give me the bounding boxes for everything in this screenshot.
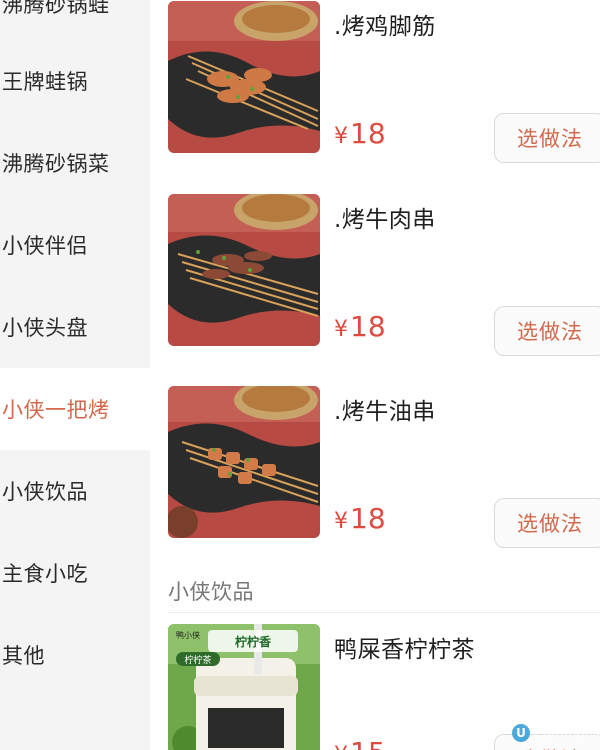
product-card[interactable]: .烤鸡脚筋 ¥ 18 选做法 <box>150 1 600 187</box>
product-list: .烤鸡脚筋 ¥ 18 选做法 .烤牛肉串 ¥ 18 选做法 .烤牛油串 ¥ 18… <box>150 0 600 750</box>
price-value: 18 <box>350 117 386 150</box>
watermark-text: Community <box>534 725 600 741</box>
sidebar-item-signature-frog-pot[interactable]: 王牌蛙锅 <box>0 40 150 122</box>
sidebar-item-label: 王牌蛙锅 <box>2 70 88 94</box>
sidebar-item-drinks[interactable]: 小侠饮品 <box>0 450 150 532</box>
product-name: .烤鸡脚筋 <box>334 14 436 40</box>
product-price: ¥ 18 <box>334 502 386 535</box>
cup-small-text: 鸭小侠 <box>176 630 200 640</box>
u-logo-icon: U <box>512 724 530 742</box>
price-value: 18 <box>350 502 386 535</box>
sidebar-item-frog-claypot[interactable]: 沸腾砂锅蛙 <box>0 0 150 45</box>
cup-label-text: 柠柠茶 <box>184 654 211 666</box>
choose-option-button[interactable]: 选做法 <box>494 498 600 548</box>
product-image[interactable] <box>168 386 320 538</box>
sidebar-item-label: 小侠饮品 <box>2 480 88 504</box>
product-image[interactable] <box>168 1 320 153</box>
price-value: 15 <box>350 736 386 750</box>
section-divider <box>168 612 600 613</box>
sidebar-item-label: 小侠头盘 <box>2 316 88 340</box>
sidebar-item-starters[interactable]: 小侠头盘 <box>0 286 150 368</box>
product-name: 鸭屎香柠柠茶 <box>334 637 475 663</box>
sidebar-item-claypot-vegetables[interactable]: 沸腾砂锅菜 <box>0 122 150 204</box>
sidebar-item-companions[interactable]: 小侠伴侣 <box>0 204 150 286</box>
sidebar-item-grill-active[interactable]: 小侠一把烤 <box>0 368 150 450</box>
price-value: 18 <box>350 310 386 343</box>
sidebar-item-label: 主食小吃 <box>2 562 88 586</box>
product-card[interactable]: .烤牛肉串 ¥ 18 选做法 <box>150 194 600 380</box>
product-name: .烤牛油串 <box>334 399 436 425</box>
currency-symbol: ¥ <box>334 124 348 149</box>
product-name: .烤牛肉串 <box>334 207 436 233</box>
currency-symbol: ¥ <box>334 317 348 342</box>
product-price: ¥ 18 <box>334 310 386 343</box>
sidebar-item-label: 小侠一把烤 <box>2 398 110 422</box>
choose-option-button[interactable]: 选做法 <box>494 306 600 356</box>
sidebar-item-label: 沸腾砂锅蛙 <box>2 0 110 17</box>
sidebar-item-others[interactable]: 其他 <box>0 614 150 696</box>
product-card[interactable]: .烤牛油串 ¥ 18 选做法 <box>150 386 600 572</box>
choose-option-button[interactable]: 选做法 <box>494 113 600 163</box>
currency-symbol: ¥ <box>334 743 348 750</box>
section-title: 小侠饮品 <box>168 580 254 604</box>
product-price: ¥ 15 <box>334 736 386 750</box>
sidebar-item-label: 沸腾砂锅菜 <box>2 152 110 176</box>
community-watermark: U Community <box>512 724 600 742</box>
product-image[interactable]: 柠柠香 柠柠茶 鸭小侠 <box>168 624 320 750</box>
product-image[interactable] <box>168 194 320 346</box>
product-price: ¥ 18 <box>334 117 386 150</box>
currency-symbol: ¥ <box>334 509 348 534</box>
cup-brand-text: 柠柠香 <box>235 634 271 649</box>
category-sidebar: 沸腾砂锅蛙 王牌蛙锅 沸腾砂锅菜 小侠伴侣 小侠头盘 小侠一把烤 小侠饮品 主食… <box>0 0 150 750</box>
sidebar-item-label: 其他 <box>2 644 45 668</box>
sidebar-item-staples-snacks[interactable]: 主食小吃 <box>0 532 150 614</box>
sidebar-item-label: 小侠伴侣 <box>2 234 88 258</box>
